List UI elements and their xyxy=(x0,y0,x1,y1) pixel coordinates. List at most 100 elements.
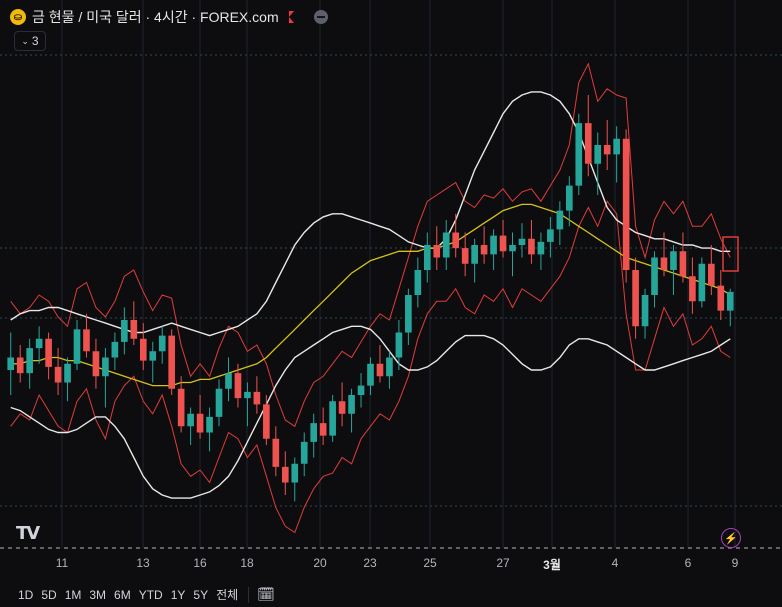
x-axis-label: 9 xyxy=(731,556,739,570)
candle-body xyxy=(547,229,554,242)
candle-body xyxy=(433,245,441,258)
candle-body xyxy=(461,248,469,264)
x-axis-label: 27 xyxy=(496,556,510,570)
indicators-toggle[interactable]: ⌄ 3 xyxy=(14,31,46,51)
candle-body xyxy=(139,338,147,361)
x-axis-label: 6 xyxy=(684,556,692,570)
x-axis-label: 4 xyxy=(611,556,619,570)
candle-body xyxy=(726,291,734,311)
candle-body xyxy=(622,138,630,270)
candle-body xyxy=(187,413,194,427)
candle-body xyxy=(556,210,564,230)
candle-body xyxy=(566,185,573,211)
x-axis-label: 23 xyxy=(363,556,377,570)
hide-legend-button[interactable] xyxy=(313,10,328,24)
candle-body xyxy=(45,338,52,367)
candle-body xyxy=(310,423,318,442)
candle-body xyxy=(641,295,649,327)
candle-body xyxy=(73,329,81,364)
range-bar: 1D 5D 1M 3M 6M YTD 1Y 5Y 전체 🗓 xyxy=(0,582,782,607)
candle-body xyxy=(130,320,138,339)
candle-body xyxy=(490,235,497,255)
range-button-3m[interactable]: 3M xyxy=(85,588,110,602)
range-button-1d[interactable]: 1D xyxy=(14,588,37,602)
candle-body xyxy=(480,245,488,255)
tradingview-logo-icon[interactable]: TV xyxy=(16,523,40,544)
symbol-title[interactable]: 금 현물 / 미국 달러 · 4시간 · FOREX.com xyxy=(32,7,279,27)
candle-body xyxy=(528,238,535,255)
flag-icon[interactable] xyxy=(288,11,294,23)
candle-body xyxy=(329,401,336,436)
candle-body xyxy=(7,357,15,370)
candle-body xyxy=(414,270,422,295)
candle-body xyxy=(509,245,516,252)
candle-body xyxy=(518,238,526,245)
lightning-icon[interactable]: ⚡ xyxy=(721,528,741,548)
candle-body xyxy=(452,232,460,249)
range-button-전체[interactable]: 전체 xyxy=(212,586,242,603)
candle-body xyxy=(386,357,393,377)
divider xyxy=(248,586,250,603)
x-axis-label: 25 xyxy=(423,556,437,570)
candle-body xyxy=(196,413,204,433)
range-button-1y[interactable]: 1Y xyxy=(167,588,190,602)
x-axis-label: 11 xyxy=(55,556,69,570)
candle-body xyxy=(244,391,251,399)
candle-body xyxy=(253,391,261,405)
candle-body xyxy=(300,441,308,464)
candle-body xyxy=(423,245,431,270)
range-button-5d[interactable]: 5D xyxy=(37,588,60,602)
candle-body xyxy=(281,466,289,483)
candle-body xyxy=(111,341,119,358)
range-button-6m[interactable]: 6M xyxy=(110,588,135,602)
candle-body xyxy=(660,257,668,270)
candle-body xyxy=(64,363,71,383)
candle-body xyxy=(158,335,166,352)
candle-body xyxy=(92,351,100,377)
last-candle-highlight[interactable] xyxy=(722,236,739,272)
indicator-count: 3 xyxy=(31,34,39,48)
range-button-1m[interactable]: 1M xyxy=(61,588,86,602)
candle-body xyxy=(348,395,355,414)
candle-body xyxy=(376,363,384,377)
candle-body xyxy=(698,263,706,302)
candle-body xyxy=(35,338,43,349)
candle-body xyxy=(395,332,403,358)
candle-body xyxy=(206,416,213,433)
candle-body xyxy=(594,145,602,164)
candle-body xyxy=(442,232,450,258)
gold-coin-icon: ⛀ xyxy=(10,9,26,25)
candle-body xyxy=(121,320,128,342)
candle-body xyxy=(471,245,478,264)
candle-body xyxy=(679,251,687,277)
candle-body xyxy=(338,401,346,414)
candle-body xyxy=(177,388,185,427)
candle-body xyxy=(54,366,62,383)
calendar-range-icon[interactable]: 🗓 xyxy=(257,586,275,603)
candle-body xyxy=(584,123,592,164)
candle-body xyxy=(26,348,33,374)
candle-body xyxy=(263,404,270,439)
x-axis-label: 18 xyxy=(240,556,254,570)
range-buttons: 1D 5D 1M 3M 6M YTD 1Y 5Y 전체 xyxy=(0,586,242,603)
chevron-down-icon: ⌄ xyxy=(21,35,29,46)
candle-body xyxy=(168,335,175,389)
candle-body xyxy=(319,423,327,436)
candle-body xyxy=(405,295,412,333)
candle-body xyxy=(234,373,242,399)
x-axis-label: 16 xyxy=(193,556,207,570)
candle-body xyxy=(632,270,639,327)
symbol-header: ⛀ 금 현물 / 미국 달러 · 4시간 · FOREX.com xyxy=(10,6,328,28)
candle-body xyxy=(291,463,299,483)
range-button-ytd[interactable]: YTD xyxy=(135,588,167,602)
x-axis-label: 20 xyxy=(313,556,327,570)
x-axis-label: 3월 xyxy=(543,558,561,572)
candle-body xyxy=(613,138,620,155)
range-button-5y[interactable]: 5Y xyxy=(189,588,212,602)
candle-body xyxy=(102,357,109,377)
price-chart[interactable] xyxy=(0,0,782,580)
candle-body xyxy=(708,263,715,286)
candle-body xyxy=(575,123,583,186)
candle-body xyxy=(717,285,725,311)
candle-body xyxy=(367,363,374,386)
